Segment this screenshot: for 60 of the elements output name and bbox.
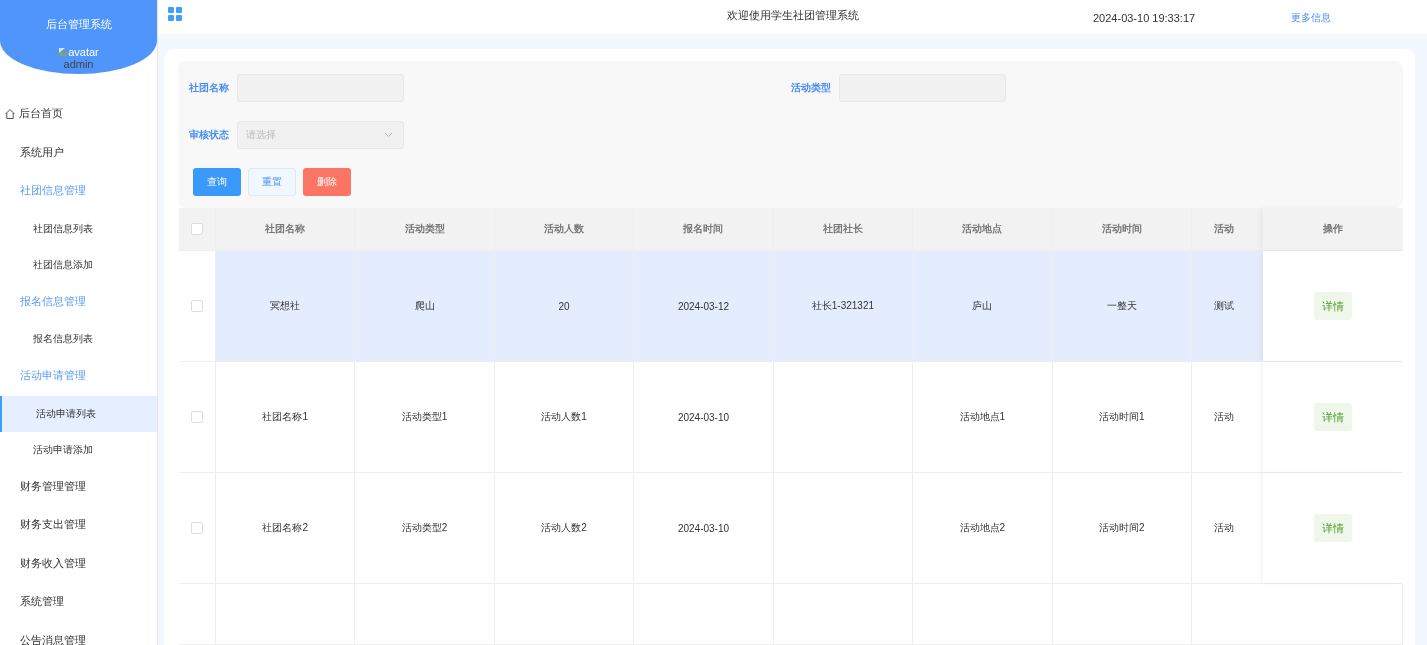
column-header: 社团名称 bbox=[216, 208, 356, 250]
submenu-item[interactable]: 活动申请列表 bbox=[0, 395, 157, 432]
column-header: 活动地点 bbox=[913, 208, 1053, 250]
column-header: 操作 bbox=[1263, 208, 1403, 250]
chevron-down-icon bbox=[384, 132, 393, 138]
table-cell: 活动地点1 bbox=[959, 410, 1006, 424]
menu-item[interactable]: 系统管理 bbox=[0, 583, 157, 622]
table-cell: 活动类型2 bbox=[401, 521, 448, 535]
menu-item[interactable]: 后台首页 bbox=[0, 95, 157, 134]
username: admin bbox=[63, 58, 94, 70]
submenu-item[interactable]: 报名信息列表 bbox=[0, 321, 157, 357]
column-header: 报名时间 bbox=[634, 208, 774, 250]
table-cell: 冥想社 bbox=[270, 299, 301, 313]
table-cell: 活动时间1 bbox=[1099, 410, 1145, 424]
app-title: 后台管理系统 bbox=[45, 17, 112, 32]
welcome-title: 欢迎使用学生社团管理系统 bbox=[727, 8, 859, 23]
table-cell: 2024-03-10 bbox=[677, 411, 730, 423]
home-icon bbox=[4, 108, 16, 121]
menu-item[interactable]: 财务支出管理 bbox=[0, 506, 157, 545]
table-cell: 活动类型1 bbox=[401, 410, 448, 424]
menu-item[interactable]: 财务管理管理 bbox=[0, 467, 157, 506]
menu-item[interactable]: 财务收入管理 bbox=[0, 544, 157, 583]
table-cell: 20 bbox=[558, 300, 570, 312]
avatar-alt-text: avatar bbox=[68, 46, 99, 58]
column-header: 活动人数 bbox=[494, 208, 635, 250]
menu-item[interactable]: 公告消息管理 bbox=[0, 621, 157, 645]
checkbox[interactable] bbox=[191, 522, 203, 534]
column-header: 活动 bbox=[1213, 222, 1235, 236]
table-cell: 爬山 bbox=[414, 299, 435, 313]
checkbox[interactable] bbox=[191, 411, 203, 423]
column-header: 活动类型 bbox=[355, 208, 495, 250]
submenu-item[interactable]: 社团信息列表 bbox=[0, 210, 157, 247]
table-cell: 活动 bbox=[1214, 521, 1234, 535]
table-cell: 测试 bbox=[1214, 299, 1234, 313]
table-cell: 2024-03-10 bbox=[677, 522, 730, 534]
column-header: 社团社长 bbox=[773, 208, 914, 250]
table-cell: 社团名称2 bbox=[262, 521, 308, 535]
checkbox[interactable] bbox=[191, 300, 203, 312]
field-label: 社团名称 bbox=[189, 81, 230, 95]
table-cell: 2024-03-12 bbox=[677, 300, 730, 312]
table-cell: 活动人数2 bbox=[541, 521, 587, 535]
column-header: 活动时间 bbox=[1052, 208, 1192, 250]
table-cell: 活动 bbox=[1214, 410, 1234, 424]
datetime: 2024-03-10 19:33:17 bbox=[1093, 12, 1196, 24]
submenu-item[interactable]: 社团信息添加 bbox=[0, 246, 157, 283]
table-cell: 庐山 bbox=[972, 299, 993, 313]
checkbox[interactable] bbox=[191, 223, 203, 235]
table-cell: 活动人数1 bbox=[541, 410, 587, 424]
table-cell: 活动地点2 bbox=[959, 521, 1006, 535]
table-cell: 一整天 bbox=[1106, 299, 1137, 313]
menu-item[interactable]: 系统用户 bbox=[0, 133, 157, 172]
broken-image-icon bbox=[58, 47, 69, 57]
more-info-link[interactable]: 更多信息 bbox=[1291, 11, 1331, 25]
grid-icon[interactable] bbox=[168, 7, 182, 21]
table-cell: 社团名称1 bbox=[262, 410, 308, 424]
submenu-item[interactable]: 活动申请添加 bbox=[0, 431, 157, 468]
table-cell: 活动时间2 bbox=[1099, 521, 1145, 535]
table-cell: 社长1-321321 bbox=[811, 299, 875, 313]
field-label: 活动类型 bbox=[791, 81, 832, 95]
field-label: 审核状态 bbox=[189, 128, 230, 142]
